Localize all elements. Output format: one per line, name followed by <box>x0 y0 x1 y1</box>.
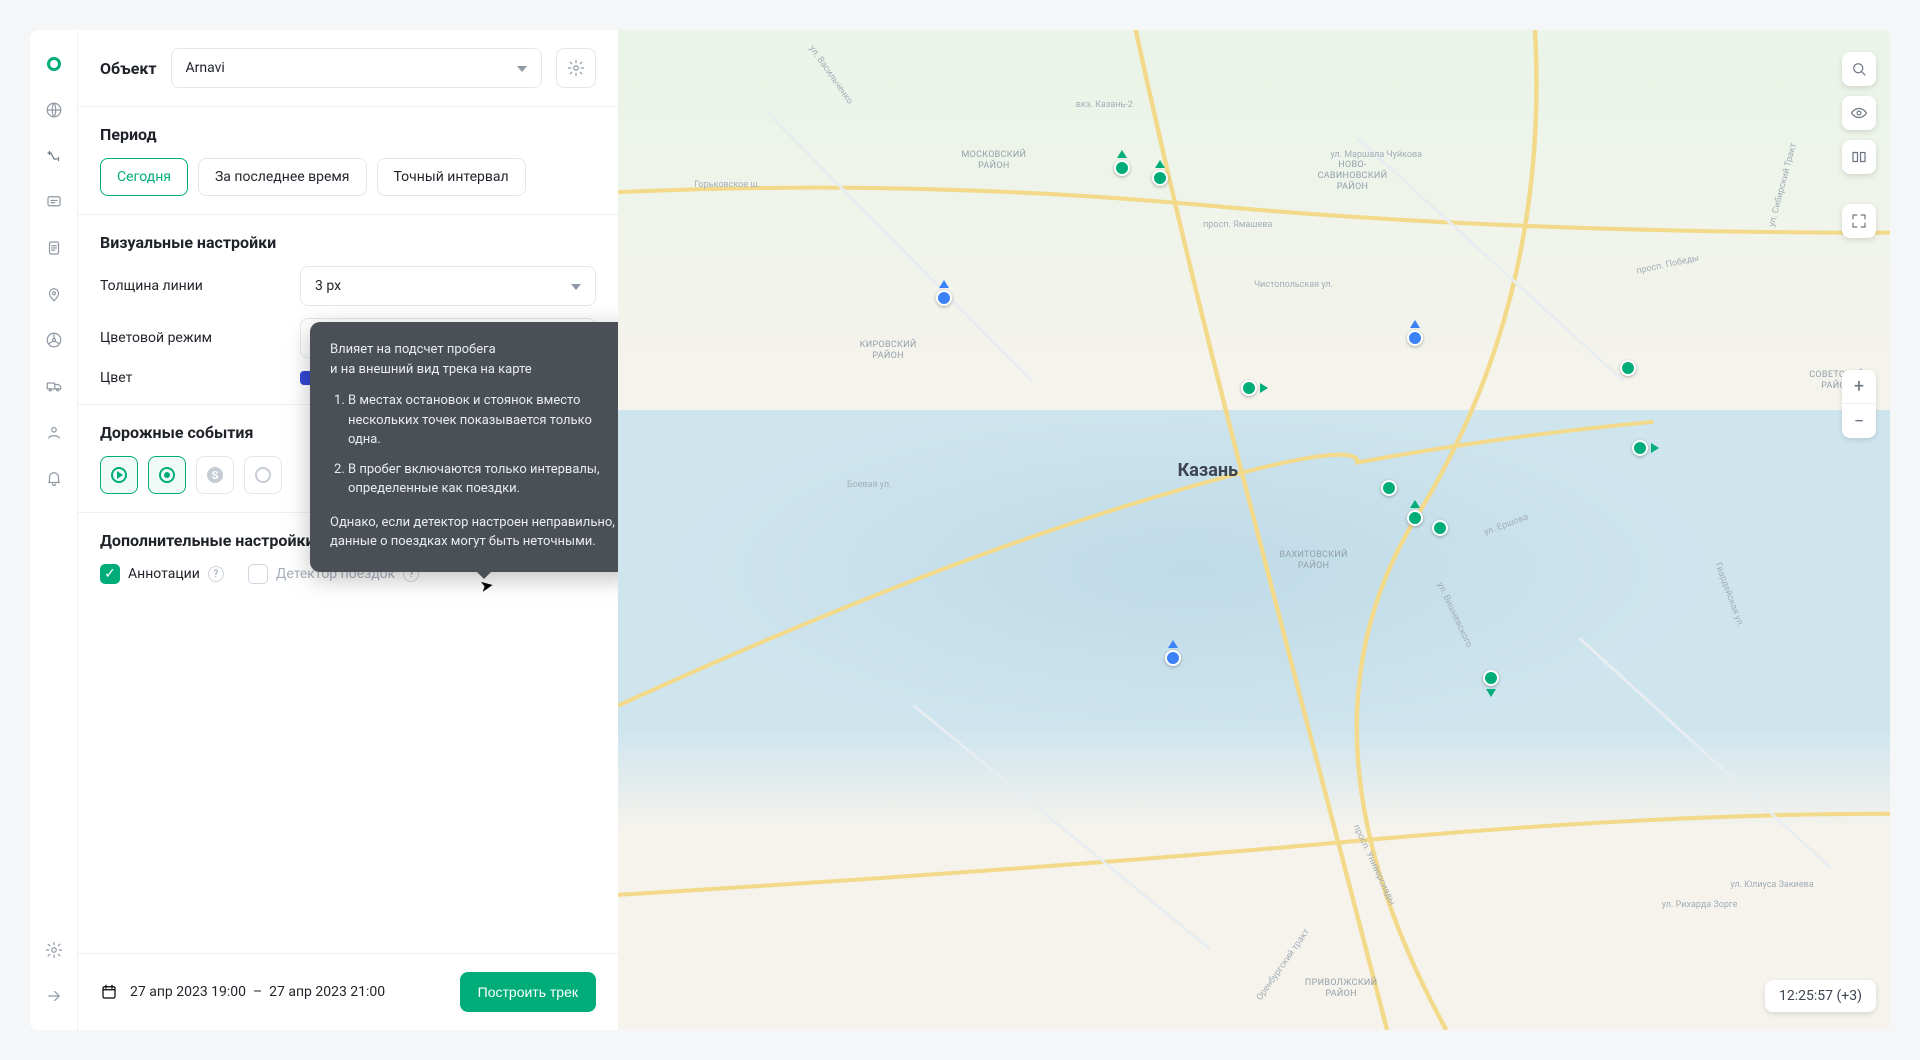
road-gork: Горьковское ш. <box>694 180 760 190</box>
settings-panel: Объект Arnavi Период Сегодня За последне… <box>78 30 618 1030</box>
annotations-help-icon[interactable]: ? <box>208 566 224 582</box>
district-kirov: КИРОВСКИЙРАЙОН <box>860 340 917 362</box>
map-zoom: + − <box>1842 370 1876 438</box>
panel-footer: 27 апр 2023 19:00 – 27 апр 2023 21:00 По… <box>78 953 618 1030</box>
checkbox-icon: ✓ <box>100 564 120 584</box>
checkbox-icon <box>248 564 268 584</box>
globe-icon[interactable] <box>44 100 64 120</box>
city-label: Казань <box>1178 460 1238 481</box>
district-novo: НОВО-САВИНОВСКИЙРАЙОН <box>1318 160 1388 192</box>
user-icon[interactable] <box>44 422 64 442</box>
map-marker[interactable] <box>1620 360 1636 376</box>
period-title: Период <box>100 125 596 144</box>
brand-icon[interactable] <box>44 54 64 74</box>
annotations-check[interactable]: ✓ Аннотации ? <box>100 564 224 584</box>
map-fullscreen-button[interactable] <box>1842 204 1876 238</box>
map[interactable]: Казань вкз. Казань-2 МОСКОВСКИЙРАЙОН НОВ… <box>618 30 1890 1030</box>
period-today[interactable]: Сегодня <box>100 158 188 196</box>
tooltip-item-2: В пробег включаются только интервалы, оп… <box>348 460 618 499</box>
road-boev: Боевая ул. <box>847 480 891 490</box>
truck-icon[interactable] <box>44 376 64 396</box>
thickness-select[interactable]: 3 px <box>300 266 596 306</box>
road-chist: Чистопольская ул. <box>1254 280 1333 290</box>
visual-title: Визуальные настройки <box>100 233 596 252</box>
object-select[interactable]: Arnavi <box>171 48 543 88</box>
calendar-icon <box>100 983 118 1001</box>
pin-icon[interactable] <box>44 284 64 304</box>
doc-icon[interactable] <box>44 238 64 258</box>
tracks-icon[interactable] <box>44 146 64 166</box>
zoom-out-button[interactable]: − <box>1842 404 1876 438</box>
settings-icon[interactable] <box>44 940 64 960</box>
district-priv: ПРИВОЛЖСКИЙРАЙОН <box>1305 978 1377 1000</box>
road-zakieva: ул. Юлиуса Закиева <box>1730 880 1813 890</box>
map-marker[interactable] <box>1114 160 1130 176</box>
map-visibility-button[interactable] <box>1842 96 1876 130</box>
event-extra-toggle[interactable] <box>244 456 282 494</box>
chat-icon[interactable] <box>44 192 64 212</box>
period-recent[interactable]: За последнее время <box>198 158 367 196</box>
tooltip-footer: Однако, если детектор настроен неправиль… <box>330 513 618 552</box>
trip-detector-tooltip: Влияет на подсчет пробега и на внешний в… <box>310 322 638 572</box>
colormode-label: Цветовой режим <box>100 330 300 346</box>
dollar-icon: S <box>207 467 223 483</box>
event-toll-toggle[interactable]: S <box>196 456 234 494</box>
map-tools <box>1842 52 1876 238</box>
thickness-label: Толщина линии <box>100 278 300 294</box>
collapse-icon[interactable] <box>44 986 64 1006</box>
station-label: вкз. Казань-2 <box>1076 100 1133 110</box>
map-marker[interactable] <box>936 290 952 306</box>
map-layers-button[interactable] <box>1842 140 1876 174</box>
map-marker[interactable] <box>1407 330 1423 346</box>
period-section: Период Сегодня За последнее время Точный… <box>78 107 618 215</box>
map-search-button[interactable] <box>1842 52 1876 86</box>
stop-icon <box>159 467 175 483</box>
map-clock: 12:25:57 (+3) <box>1765 980 1876 1012</box>
map-marker[interactable] <box>1407 510 1423 526</box>
annotations-label: Аннотации <box>128 566 200 582</box>
road-zorge: ул. Рихарда Зорге <box>1662 900 1738 910</box>
wheel-icon[interactable] <box>44 330 64 350</box>
district-vakh: ВАХИТОВСКИЙРАЙОН <box>1279 550 1347 572</box>
tooltip-head-line1: Влияет на подсчет пробега <box>330 340 618 360</box>
road-yamash: просп. Ямашева <box>1203 220 1272 230</box>
period-segmented: Сегодня За последнее время Точный интерв… <box>100 158 596 196</box>
event-play-toggle[interactable] <box>100 456 138 494</box>
map-roads-layer <box>618 30 1890 1030</box>
map-marker[interactable] <box>1483 670 1499 686</box>
tooltip-item-1: В местах остановок и стоянок вместо неск… <box>348 391 618 450</box>
district-moscow: МОСКОВСКИЙРАЙОН <box>961 150 1026 172</box>
nav-rail <box>30 30 78 1030</box>
play-icon <box>111 467 127 483</box>
date-range[interactable]: 27 апр 2023 19:00 – 27 апр 2023 21:00 <box>130 984 448 1000</box>
build-track-button[interactable]: Построить трек <box>460 972 596 1012</box>
map-marker[interactable] <box>1432 520 1448 536</box>
object-row: Объект Arnavi <box>78 30 618 107</box>
period-exact[interactable]: Точный интервал <box>377 158 526 196</box>
tooltip-head-line2: и на внешний вид трека на карте <box>330 360 618 380</box>
object-label: Объект <box>100 59 157 78</box>
zoom-in-button[interactable]: + <box>1842 370 1876 404</box>
map-marker[interactable] <box>1165 650 1181 666</box>
object-settings-button[interactable] <box>556 48 596 88</box>
event-stop-toggle[interactable] <box>148 456 186 494</box>
color-label: Цвет <box>100 370 300 386</box>
road-chuik: ул. Маршала Чуйкова <box>1330 150 1422 160</box>
bell-icon[interactable] <box>44 468 64 488</box>
circle-icon <box>255 467 271 483</box>
